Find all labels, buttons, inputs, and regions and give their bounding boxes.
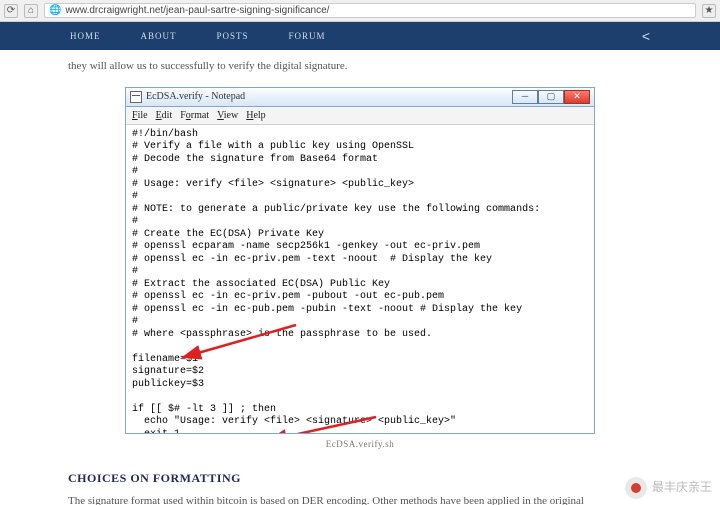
browser-toolbar: ⟳ ⌂ 🌐 www.drcraigwright.net/jean-paul-sa… xyxy=(0,0,720,22)
home-button[interactable]: ⌂ xyxy=(24,4,38,18)
reload-button[interactable]: ⟳ xyxy=(4,4,18,18)
notepad-title-text: EcDSA.verify - Notepad xyxy=(146,89,508,104)
address-bar[interactable]: 🌐 www.drcraigwright.net/jean-paul-sartre… xyxy=(44,3,696,18)
menu-edit[interactable]: Edit xyxy=(156,108,173,123)
maximize-button[interactable]: ▢ xyxy=(538,90,564,104)
nav-home[interactable]: HOME xyxy=(70,31,101,41)
url-text: www.drcraigwright.net/jean-paul-sartre-s… xyxy=(65,5,329,16)
nav-forum[interactable]: FORUM xyxy=(289,31,326,41)
menu-file[interactable]: File xyxy=(132,108,148,123)
menu-view[interactable]: View xyxy=(217,108,238,123)
watermark-logo-icon xyxy=(625,477,647,499)
globe-icon: 🌐 xyxy=(49,5,61,16)
section-paragraph: The signature format used within bitcoin… xyxy=(68,493,652,505)
notepad-menubar: File Edit Format View Help xyxy=(126,107,594,125)
annotation-arrows xyxy=(126,125,594,433)
bookmark-button[interactable]: ★ xyxy=(702,4,716,18)
notepad-content: #!/bin/bash # Verify a file with a publi… xyxy=(126,125,594,433)
nav-posts[interactable]: POSTS xyxy=(217,31,249,41)
nav-about[interactable]: ABOUT xyxy=(141,31,177,41)
watermark: 最丰庆亲王 xyxy=(625,477,712,499)
article-body: they will allow us to successfully to ve… xyxy=(0,50,720,505)
site-nav: HOME ABOUT POSTS FORUM < xyxy=(0,22,720,50)
menu-format[interactable]: Format xyxy=(180,108,209,123)
notepad-screenshot: EcDSA.verify - Notepad ─ ▢ ✕ File Edit F… xyxy=(125,87,595,452)
menu-help[interactable]: Help xyxy=(246,108,265,123)
share-icon[interactable]: < xyxy=(642,28,650,44)
watermark-text: 最丰庆亲王 xyxy=(652,480,712,494)
window-buttons: ─ ▢ ✕ xyxy=(512,90,590,104)
intro-paragraph: they will allow us to successfully to ve… xyxy=(68,58,652,75)
close-button[interactable]: ✕ xyxy=(564,90,590,104)
notepad-app-icon xyxy=(130,91,142,103)
section-heading: CHOICES ON FORMATTING xyxy=(68,469,652,487)
figure-caption: EcDSA.verify.sh xyxy=(125,438,595,452)
notepad-titlebar: EcDSA.verify - Notepad ─ ▢ ✕ xyxy=(125,87,595,107)
minimize-button[interactable]: ─ xyxy=(512,90,538,104)
